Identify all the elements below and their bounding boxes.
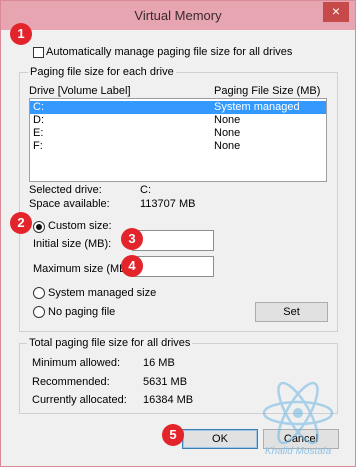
column-size-header: Paging File Size (MB) bbox=[214, 85, 321, 97]
no-paging-label: No paging file bbox=[48, 306, 116, 318]
column-drive-header: Drive [Volume Label] bbox=[29, 85, 131, 97]
currently-allocated-value: 16384 MB bbox=[143, 394, 194, 406]
drive-letter: E: bbox=[33, 127, 44, 139]
maximum-size-input[interactable] bbox=[132, 256, 214, 277]
minimum-allowed-value: 16 MB bbox=[143, 357, 175, 369]
watermark-text: Khalid Mostafa bbox=[265, 446, 332, 457]
drive-paging-size: None bbox=[214, 114, 241, 126]
custom-size-radio[interactable] bbox=[33, 221, 45, 233]
close-icon: × bbox=[331, 3, 341, 19]
recommended-value: 5631 MB bbox=[143, 376, 188, 388]
minimum-allowed-label: Minimum allowed: bbox=[32, 357, 121, 369]
initial-size-label: Initial size (MB): bbox=[33, 238, 112, 250]
selected-drive-value: C: bbox=[140, 184, 151, 196]
system-managed-radio[interactable] bbox=[33, 287, 45, 299]
space-available-label: Space available: bbox=[29, 198, 110, 210]
totals-group-title: Total paging file size for all drives bbox=[27, 337, 193, 349]
maximum-size-label: Maximum size (MB): bbox=[33, 263, 134, 275]
ok-button[interactable]: OK bbox=[182, 429, 258, 449]
recommended-label: Recommended: bbox=[32, 376, 110, 388]
drives-group-title: Paging file size for each drive bbox=[28, 66, 176, 78]
drive-row-c[interactable]: C: System managed bbox=[30, 101, 326, 114]
drive-paging-size: None bbox=[214, 140, 241, 152]
selected-drive-label: Selected drive: bbox=[29, 184, 102, 196]
step-badge-2: 2 bbox=[10, 212, 32, 234]
drive-paging-size: System managed bbox=[214, 101, 300, 113]
drive-row-d[interactable]: D: None bbox=[30, 114, 326, 127]
step-badge-4: 4 bbox=[121, 255, 143, 277]
step-badge-3: 3 bbox=[121, 228, 143, 250]
initial-size-input[interactable] bbox=[132, 230, 214, 251]
drive-row-f[interactable]: F: None bbox=[30, 140, 326, 153]
drives-listbox[interactable]: C: System managed D: None E: None F: Non… bbox=[29, 98, 327, 182]
close-button[interactable]: × bbox=[323, 2, 349, 22]
no-paging-radio[interactable] bbox=[33, 306, 45, 318]
drive-letter: D: bbox=[33, 114, 44, 126]
atom-icon bbox=[262, 381, 334, 445]
step-badge-1: 1 bbox=[10, 23, 32, 45]
step-badge-5: 5 bbox=[162, 424, 184, 446]
system-managed-label: System managed size bbox=[48, 287, 157, 299]
drive-row-e[interactable]: E: None bbox=[30, 127, 326, 140]
currently-allocated-label: Currently allocated: bbox=[32, 394, 127, 406]
custom-size-label: Custom size: bbox=[48, 220, 112, 232]
drive-paging-size: None bbox=[214, 127, 241, 139]
title-bar[interactable]: Virtual Memory × bbox=[1, 1, 355, 30]
drive-letter: F: bbox=[33, 140, 43, 152]
window-title: Virtual Memory bbox=[134, 8, 222, 23]
auto-manage-label: Automatically manage paging file size fo… bbox=[46, 46, 293, 58]
space-available-value: 113707 MB bbox=[140, 198, 196, 210]
drive-letter: C: bbox=[33, 101, 44, 113]
set-button[interactable]: Set bbox=[255, 302, 328, 322]
auto-manage-checkbox[interactable] bbox=[33, 47, 44, 58]
